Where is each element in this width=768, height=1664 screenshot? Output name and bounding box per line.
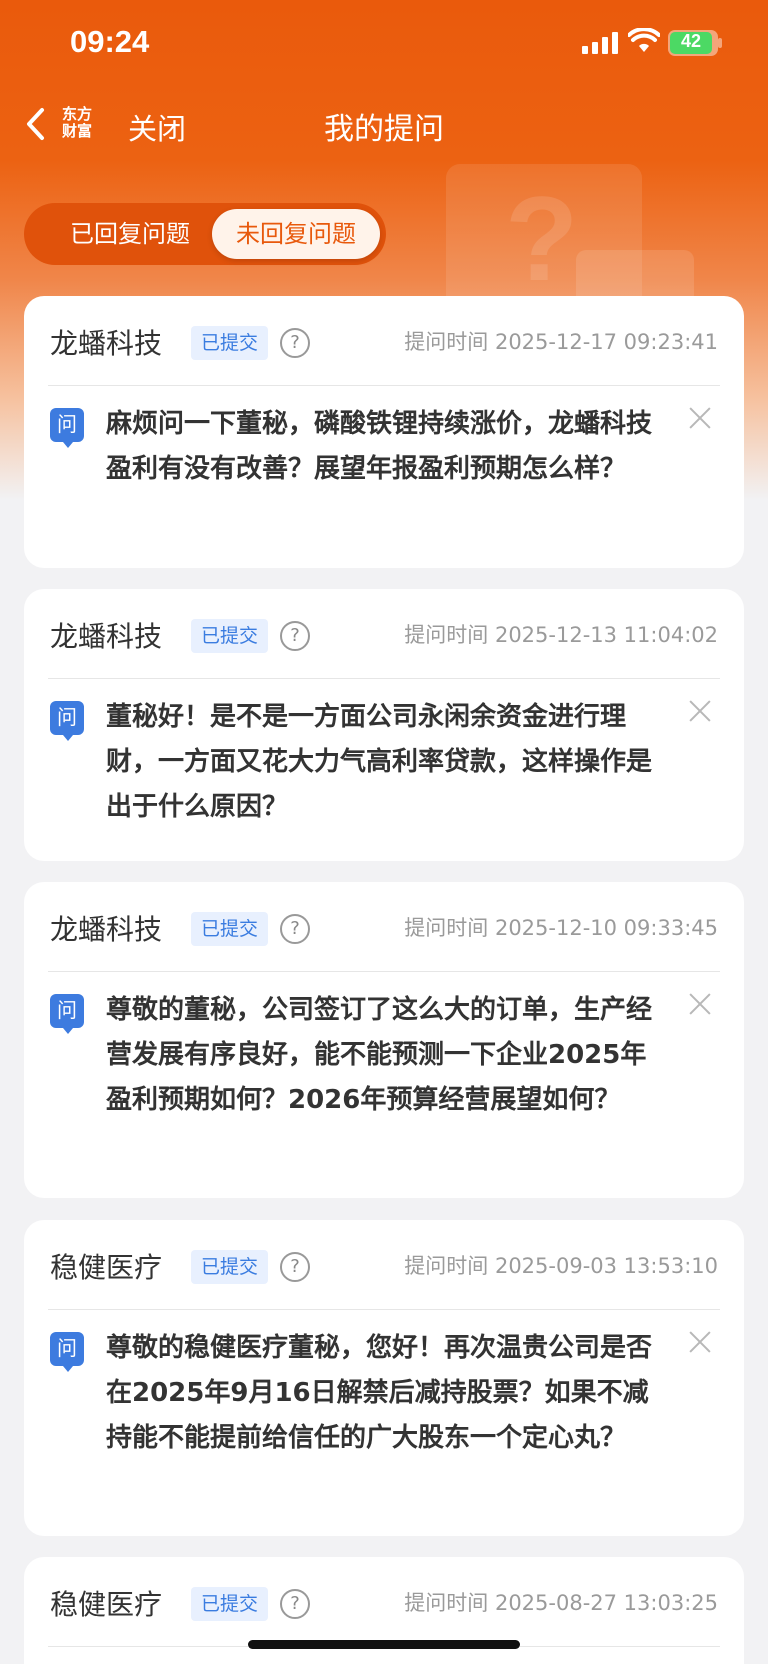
question-text: 尊敬的董秘，公司签订了这么大的订单，生产经营发展有序良好，能不能预测一下企业20…: [106, 995, 653, 1115]
battery-icon: 42: [668, 30, 718, 56]
help-icon[interactable]: ?: [280, 621, 310, 651]
question-card[interactable]: 龙蟠科技 已提交 ? 提问时间 2025-12-13 11:04:02 问 董秘…: [24, 589, 744, 861]
close-icon[interactable]: [686, 697, 714, 725]
status-badge: 已提交: [191, 912, 269, 946]
question-text: 麻烦问一下董秘，磷酸铁锂持续涨价，龙蟠科技盈利有没有改善？展望年报盈利预期怎么样…: [106, 409, 653, 484]
help-icon[interactable]: ?: [280, 1252, 310, 1282]
ask-time: 提问时间 2025-12-17 09:23:41: [404, 330, 718, 354]
status-bar: 09:24 42: [0, 0, 768, 90]
question-card[interactable]: 龙蟠科技 已提交 ? 提问时间 2025-12-17 09:23:41 问 麻烦…: [24, 296, 744, 568]
status-time: 09:24: [70, 24, 150, 59]
close-icon[interactable]: [686, 1328, 714, 1356]
wifi-icon: [628, 28, 660, 52]
status-badge: 已提交: [191, 619, 269, 653]
help-icon[interactable]: ?: [280, 328, 310, 358]
question-icon: 问: [50, 994, 84, 1034]
company-name: 稳健医疗: [50, 1251, 163, 1284]
status-badge: 已提交: [191, 1250, 269, 1284]
ask-time: 提问时间 2025-08-27 13:03:25: [404, 1591, 718, 1615]
status-badge: 已提交: [191, 1587, 269, 1621]
question-card[interactable]: 龙蟠科技 已提交 ? 提问时间 2025-12-10 09:33:45 问 尊敬…: [24, 882, 744, 1198]
question-icon: 问: [50, 1332, 84, 1372]
close-icon[interactable]: [686, 990, 714, 1018]
tab-answered[interactable]: 已回复问题: [32, 209, 228, 259]
decorative-question-mark: ?: [505, 172, 579, 306]
ask-time: 提问时间 2025-12-10 09:33:45: [404, 916, 718, 940]
close-icon[interactable]: [686, 404, 714, 432]
company-name: 龙蟠科技: [50, 327, 163, 360]
question-text: 董秘好！是不是一方面公司永闲余资金进行理财，一方面又花大力气高利率贷款，这样操作…: [106, 702, 653, 822]
divider: [48, 678, 720, 679]
ask-time: 提问时间 2025-12-13 11:04:02: [404, 623, 718, 647]
question-card[interactable]: 稳健医疗 已提交 ? 提问时间 2025-09-03 13:53:10 问 尊敬…: [24, 1220, 744, 1536]
page-title: 我的提问: [324, 112, 444, 147]
nav-bar: 东方 财富 关闭 我的提问: [0, 96, 768, 152]
divider: [48, 1309, 720, 1310]
divider: [48, 385, 720, 386]
question-icon: 问: [50, 701, 84, 741]
help-icon[interactable]: ?: [280, 914, 310, 944]
question-text: 尊敬的稳健医疗董秘，您好！再次温贵公司是否在2025年9月16日解禁后减持股票？…: [106, 1333, 653, 1453]
divider: [48, 971, 720, 972]
home-indicator[interactable]: [248, 1640, 520, 1649]
status-badge: 已提交: [191, 326, 269, 360]
battery-level: 42: [680, 31, 702, 51]
signal-icon: [582, 32, 618, 54]
company-name: 稳健医疗: [50, 1588, 163, 1621]
ask-time: 提问时间 2025-09-03 13:53:10: [404, 1254, 718, 1278]
company-name: 龙蟠科技: [50, 620, 163, 653]
tab-unanswered[interactable]: 未回复问题: [212, 209, 380, 259]
help-icon[interactable]: ?: [280, 1589, 310, 1619]
question-icon: 问: [50, 408, 84, 448]
company-name: 龙蟠科技: [50, 913, 163, 946]
tab-switcher: 已回复问题 未回复问题: [24, 203, 386, 265]
